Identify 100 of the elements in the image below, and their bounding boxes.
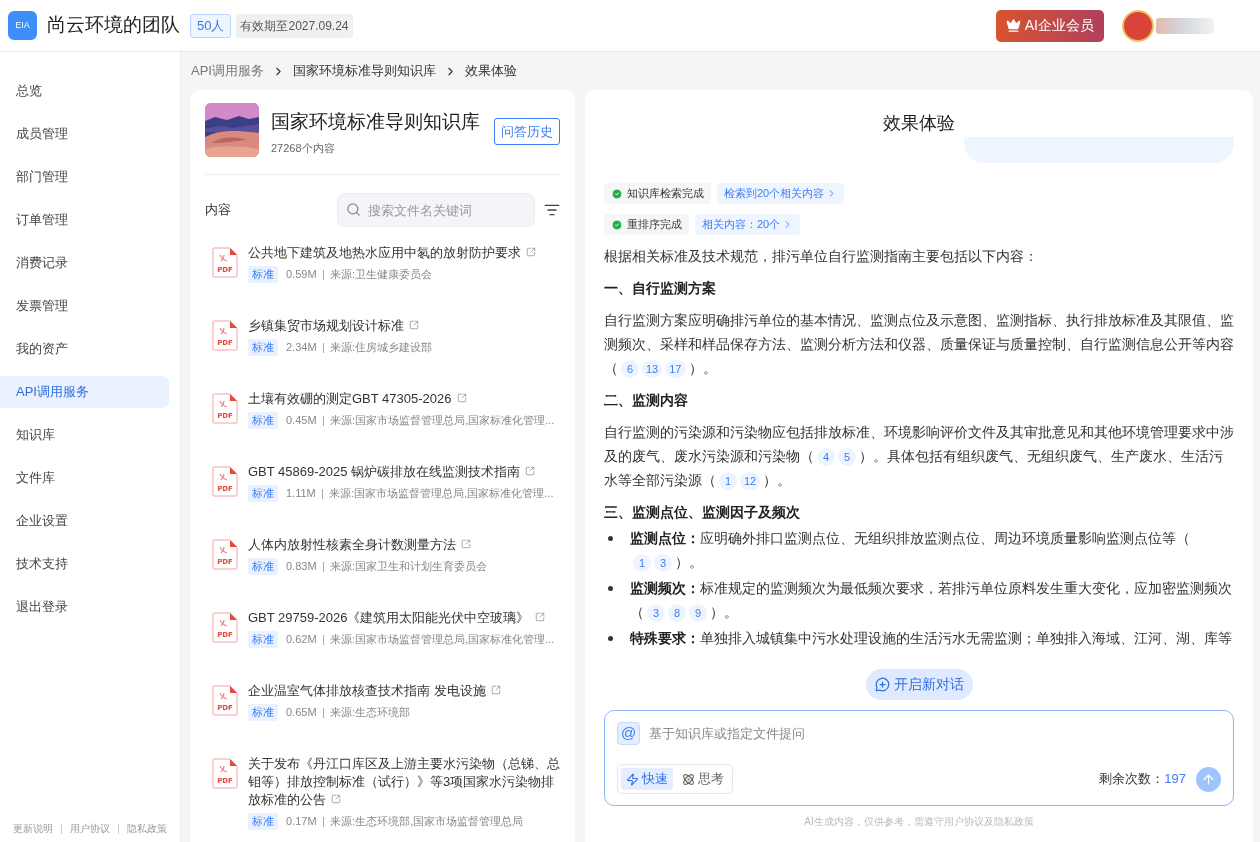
sidebar-item[interactable]: 发票管理	[0, 290, 169, 322]
document-title[interactable]: 乡镇集贸市场规划设计标准	[248, 317, 433, 335]
open-link-icon[interactable]	[525, 466, 536, 476]
open-link-icon[interactable]	[456, 393, 467, 403]
document-tag: 标准	[248, 339, 278, 356]
disclaimer-text: AI生成内容，仅供参考，需遵守用户协议及隐私政策	[803, 815, 1035, 829]
mode-tab[interactable]: 快速	[621, 768, 673, 790]
retrieval-link[interactable]: 相关内容：20个	[695, 214, 801, 235]
footer-link[interactable]: 用户协议	[70, 821, 110, 836]
file-size: 0.45M	[286, 413, 317, 429]
sidebar-item[interactable]: 知识库	[0, 419, 169, 451]
section-label: 内容	[205, 201, 231, 220]
answer-paragraph: 根据相关标准及技术规范，排污单位自行监测指南主要包括以下内容：	[604, 247, 1039, 266]
sidebar-item[interactable]: 我的资产	[0, 333, 169, 365]
document-title[interactable]: 关于发布《丹江口库区及上游主要水污染物（总锑、总钼等）排放控制标准（试行）》等3项国家水污染物排放标准的公告	[248, 755, 560, 809]
open-link-icon[interactable]	[526, 247, 536, 257]
document-title[interactable]: 人体内放射性核素全身计数测量方法	[248, 536, 488, 554]
send-button[interactable]	[1196, 766, 1221, 792]
user-avatar[interactable]	[1122, 9, 1154, 42]
sidebar-item[interactable]: 成员管理	[0, 118, 169, 150]
sidebar-item[interactable]: API调用服务	[0, 376, 169, 408]
vip-button[interactable]: AI企业会员	[995, 9, 1104, 42]
mention-button[interactable]: @	[617, 722, 640, 745]
answer-bullet: 监测点位：应明确外排口监测点位、无组织排放监测点位、周边环境质量影响监测点位等（ 1 3 ）。	[630, 526, 1234, 574]
breadcrumb-link[interactable]: 国家环境标准导则知识库	[292, 61, 436, 81]
history-button[interactable]: 问答历史	[494, 118, 560, 145]
blurred-user-name	[1156, 17, 1214, 34]
sidebar-item[interactable]: 文件库	[0, 462, 169, 494]
open-link-icon[interactable]	[534, 612, 545, 622]
citation-link[interactable]: 13	[642, 360, 663, 379]
document-tag: 标准	[248, 813, 278, 830]
content-count: 27268个内容	[271, 140, 336, 156]
citation-link[interactable]: 1	[719, 472, 737, 491]
file-size: 0.65M	[286, 705, 317, 721]
search-field[interactable]: 搜索文件名关键词	[337, 193, 535, 227]
citation-link[interactable]: 8	[668, 604, 686, 623]
question-input[interactable]: 基于知识库或指定文件提问	[649, 723, 1221, 744]
citation-link[interactable]: 17	[665, 360, 686, 379]
citation-link[interactable]: 6	[621, 360, 639, 379]
sort-icon[interactable]	[544, 202, 560, 218]
file-size: 0.59M	[286, 267, 317, 283]
document-source: 来源:生态环境部	[330, 705, 411, 721]
answer-heading: 三、监测点位、监测因子及频次	[604, 503, 801, 522]
breadcrumb-link[interactable]: API调用服务	[191, 61, 264, 81]
search-icon	[346, 202, 361, 217]
file-size: 1.11M	[286, 486, 316, 502]
document-source: 来源:国家市场监督管理总局,国家标准化管理...	[329, 486, 554, 502]
retrieval-link[interactable]: 检索到20个相关内容	[717, 183, 845, 204]
citation-link[interactable]: 1	[633, 554, 651, 573]
open-link-icon[interactable]	[461, 539, 471, 549]
document-title[interactable]: GBT 29759-2026《建筑用太阳能光伏中空玻璃》	[248, 609, 555, 627]
sidebar-item[interactable]: 订单管理	[0, 204, 169, 236]
answer-bullet: 监测频次：标准规定的监测频次为最低频次要求，若排污单位原料发生重大变化，应加密监测频次（ 3 8 9 ）。	[630, 576, 1234, 624]
document-title[interactable]: 企业温室气体排放核查技术指南 发电设施	[248, 682, 501, 700]
file-size: 0.83M	[286, 559, 317, 575]
breadcrumb-link[interactable]: 效果体验	[464, 61, 517, 81]
citation-link[interactable]: 3	[647, 604, 665, 623]
document-source: 来源:国家市场监督管理总局,国家标准化管理...	[330, 413, 555, 429]
new-chat-button[interactable]: 开启新对话	[865, 669, 973, 700]
sidebar-item[interactable]: 企业设置	[0, 505, 169, 537]
document-tag: 标准	[248, 485, 278, 502]
sidebar-item[interactable]: 技术支持	[0, 548, 169, 580]
citation-link[interactable]: 4	[817, 448, 835, 467]
document-source: 来源:卫生健康委员会	[330, 267, 433, 283]
citation-link[interactable]: 3	[654, 554, 672, 573]
file-size: 2.34M	[286, 340, 317, 356]
file-size: 0.17M	[286, 814, 317, 830]
footer-link[interactable]: 更新说明	[13, 821, 53, 836]
document-tag: 标准	[248, 558, 278, 575]
document-title[interactable]: GBT 45869-2025 锅炉碳排放在线监测技术指南	[248, 463, 554, 481]
bullet-icon	[608, 536, 613, 541]
check-icon	[611, 218, 623, 231]
sidebar-item[interactable]: 部门管理	[0, 161, 169, 193]
open-link-icon[interactable]	[331, 794, 341, 804]
remaining-count: 197	[1164, 770, 1186, 789]
sidebar-item[interactable]: 总览	[0, 75, 169, 107]
chat-title: 效果体验	[882, 112, 956, 135]
answer-paragraph: 自行监测的污染源和污染物应包括排放标准、环境影响评价文件及其审批意见和其他环境管理要求中涉及的废气、废水污染源和污染物（ 4 5 ）。具体包括有组织废气、无组织废气、生产废水、生活污水等全部污染源（ 1 12 ）。	[604, 420, 1234, 492]
citation-link[interactable]: 12	[740, 472, 761, 491]
answer-heading: 一、自行监测方案	[604, 279, 717, 298]
document-source: 来源:国家市场监督管理总局,国家标准化管理...	[330, 632, 555, 648]
app-logo: EIA	[8, 11, 37, 40]
document-source: 来源:住房城乡建设部	[330, 340, 433, 356]
sidebar-item[interactable]: 消费记录	[0, 247, 169, 279]
status-chip: 重排序完成	[604, 214, 689, 235]
citation-link[interactable]: 5	[838, 448, 856, 467]
mode-tab[interactable]: 思考	[677, 768, 729, 790]
bullet-icon	[608, 636, 613, 641]
sidebar-item[interactable]: 退出登录	[0, 591, 169, 623]
footer-link[interactable]: 隐私政策	[127, 821, 167, 836]
crown-icon	[1005, 18, 1021, 33]
bullet-icon	[608, 586, 613, 591]
validity-badge: 有效期至2027.09.24	[236, 13, 353, 38]
document-title[interactable]: 土壤有效硼的测定GBT 47305-2026	[248, 390, 555, 408]
document-title[interactable]: 公共地下建筑及地热水应用中氡的放射防护要求	[248, 244, 536, 262]
open-link-icon[interactable]	[409, 320, 419, 330]
citation-link[interactable]: 9	[689, 604, 707, 623]
status-chip: 知识库检索完成	[604, 183, 711, 204]
document-source: 来源:国家卫生和计划生育委员会	[330, 559, 488, 575]
open-link-icon[interactable]	[490, 685, 501, 695]
